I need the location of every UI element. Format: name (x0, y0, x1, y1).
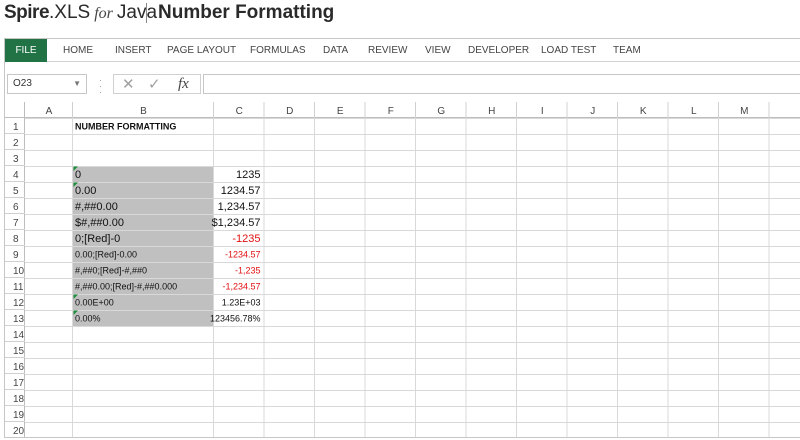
cell-c9[interactable]: -1234.57 (225, 250, 261, 260)
column-header-c[interactable]: C (236, 106, 243, 117)
row-header-4[interactable]: 4 (13, 170, 19, 181)
cell-c8[interactable]: -1235 (232, 233, 260, 245)
cell-c7[interactable]: $1,234.57 (212, 217, 261, 229)
tab-data[interactable]: DATA (323, 39, 348, 62)
column-header-l[interactable]: L (691, 106, 697, 117)
fx-icon[interactable]: fx (178, 75, 189, 94)
column-header-bar (5, 102, 800, 118)
tab-home[interactable]: HOME (63, 39, 93, 62)
row-header-5[interactable]: 5 (13, 186, 19, 197)
column-header-k[interactable]: K (640, 106, 647, 117)
cell-c13[interactable]: 123456.78% (210, 314, 261, 324)
cell-c10[interactable]: -1,235 (235, 266, 261, 276)
column-header-m[interactable]: M (740, 106, 748, 117)
brand-java: Java (116, 2, 158, 23)
cell-c5[interactable]: 1234.57 (221, 185, 261, 197)
row-header-10[interactable]: 10 (13, 266, 25, 277)
cell-c12[interactable]: 1.23E+03 (222, 298, 261, 308)
cell-b5[interactable]: 0.00 (75, 185, 96, 197)
excel-window: FILE HOME INSERT PAGE LAYOUT FORMULAS DA… (4, 38, 800, 438)
cell-b4[interactable]: 0 (75, 169, 81, 181)
column-header-b[interactable]: B (140, 106, 147, 117)
cell-c6[interactable]: 1,234.57 (218, 201, 261, 213)
formula-buttons: ✕ ✓ fx (113, 74, 201, 94)
tab-file[interactable]: FILE (5, 39, 47, 62)
row-header-1[interactable]: 1 (13, 122, 19, 133)
cell-b1[interactable]: NUMBER FORMATTING (75, 122, 176, 132)
row-header-17[interactable]: 17 (13, 378, 25, 389)
column-header-j[interactable]: J (590, 106, 595, 117)
row-header-7[interactable]: 7 (13, 218, 19, 229)
name-box[interactable]: O23 ▼ (7, 74, 87, 94)
column-header-g[interactable]: G (437, 106, 445, 117)
page-header: Spire.XLS for Java Number Formatting (0, 0, 800, 32)
row-header-11[interactable]: 11 (13, 282, 24, 293)
tab-formulas[interactable]: FORMULAS (250, 39, 306, 62)
column-header-i[interactable]: I (541, 106, 544, 117)
row-header-20[interactable]: 20 (13, 426, 25, 437)
cell-b6[interactable]: #,##0.00 (75, 201, 118, 213)
check-icon[interactable]: ✓ (148, 75, 161, 94)
cell-b8[interactable]: 0;[Red]-0 (75, 233, 120, 245)
row-header-9[interactable]: 9 (13, 250, 19, 261)
brand-for: for (94, 5, 113, 22)
row-header-14[interactable]: 14 (13, 330, 25, 341)
drag-handle-icon[interactable]: · · · (99, 76, 102, 97)
tab-page-layout[interactable]: PAGE LAYOUT (167, 39, 236, 62)
chevron-down-icon[interactable]: ▼ (73, 75, 81, 93)
column-header-f[interactable]: F (388, 106, 394, 117)
cell-b12[interactable]: 0.00E+00 (75, 298, 114, 308)
tab-team[interactable]: TEAM (613, 39, 641, 62)
cell-b7[interactable]: $#,##0.00 (75, 217, 124, 229)
row-header-15[interactable]: 15 (13, 346, 25, 357)
row-header-12[interactable]: 12 (13, 298, 25, 309)
formula-input[interactable] (203, 74, 800, 94)
row-header-19[interactable]: 19 (13, 410, 25, 421)
cell-fill-b4 (73, 166, 214, 182)
brand-logo: Spire.XLS for Java (4, 2, 157, 25)
tab-developer[interactable]: DEVELOPER (468, 39, 529, 62)
column-header-h[interactable]: H (488, 106, 495, 117)
row-header-6[interactable]: 6 (13, 202, 19, 213)
column-header-a[interactable]: A (46, 106, 53, 117)
cell-b9[interactable]: 0.00;[Red]-0.00 (75, 250, 137, 260)
formula-bar: O23 ▼ · · · ✕ ✓ fx (5, 73, 800, 97)
row-header-16[interactable]: 16 (13, 362, 25, 373)
cell-c4[interactable]: 1235 (236, 169, 260, 181)
grid-canvas[interactable]: A B C D E F G H I J K L M123456789101112131415161718… (5, 102, 800, 438)
page-title: Number Formatting (158, 2, 335, 23)
cell-c11[interactable]: -1,234.57 (222, 282, 260, 292)
cell-b11[interactable]: #,##0.00;[Red]-#,##0.000 (75, 282, 177, 292)
tab-review[interactable]: REVIEW (368, 39, 407, 62)
cell-b13[interactable]: 0.00% (75, 314, 101, 324)
row-header-2[interactable]: 2 (13, 138, 19, 149)
spreadsheet-grid[interactable]: A B C D E F G H I J K L M 1 2 3 4 5 6 7 8 9 10 11 12 13 14 15 16 17 18… (5, 102, 800, 438)
column-header-d[interactable]: D (286, 106, 293, 117)
tab-insert[interactable]: INSERT (115, 39, 152, 62)
row-header-8[interactable]: 8 (13, 234, 19, 245)
close-icon[interactable]: ✕ (122, 75, 135, 94)
brand-spire: Spire (4, 2, 50, 23)
row-header-18[interactable]: 18 (13, 394, 25, 405)
ribbon-tabs: FILE HOME INSERT PAGE LAYOUT FORMULAS DA… (5, 39, 800, 62)
cell-b10[interactable]: #,##0;[Red]-#,##0 (75, 266, 147, 276)
header-divider (146, 3, 147, 23)
name-box-value: O23 (13, 78, 32, 89)
tab-view[interactable]: VIEW (425, 39, 451, 62)
brand-xls: .XLS (49, 2, 91, 23)
row-header-3[interactable]: 3 (13, 154, 19, 165)
column-header-e[interactable]: E (337, 106, 344, 117)
tab-load-test[interactable]: LOAD TEST (541, 39, 596, 62)
row-header-13[interactable]: 13 (13, 314, 25, 325)
